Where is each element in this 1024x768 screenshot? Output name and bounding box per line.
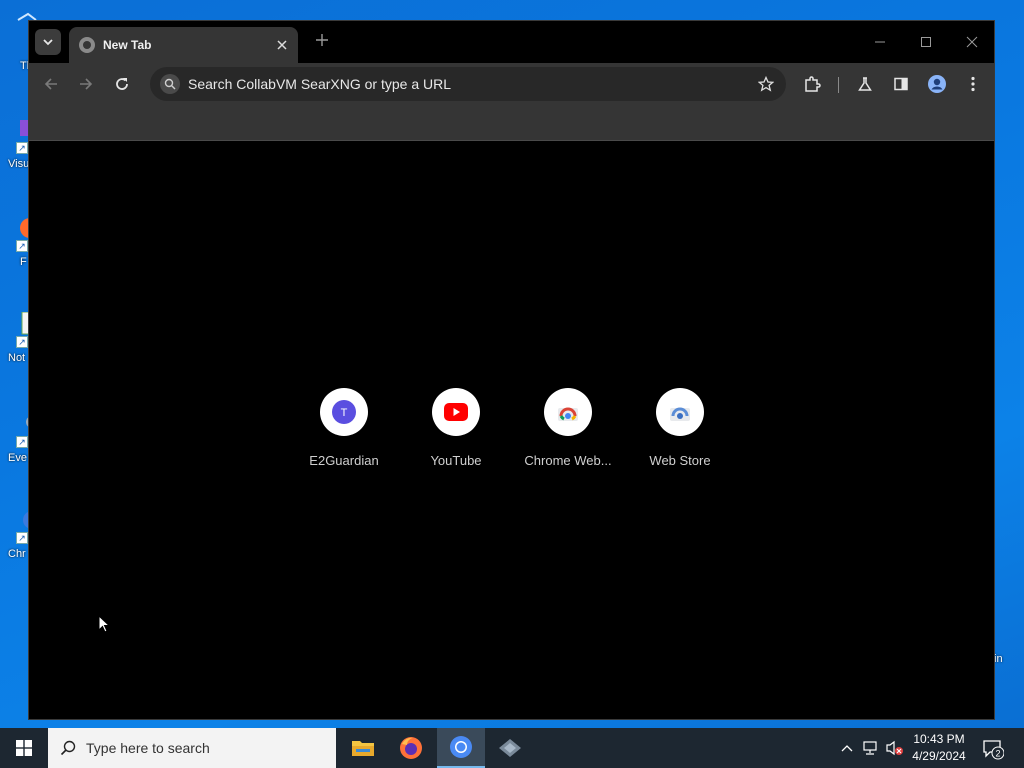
profile-button[interactable] [923,70,951,98]
start-button[interactable] [0,728,48,768]
plus-icon [316,34,328,46]
shortcut-label: Web Store [649,453,711,468]
avatar-icon [928,75,946,93]
taskbar-firefox[interactable] [387,728,435,768]
close-icon [277,40,287,50]
shortcut-e2guardian[interactable]: T E2Guardian [288,387,400,477]
shortcut-arrow-icon: ↗ [16,142,28,154]
shortcut-label: Chrome Web... [524,453,612,468]
close-icon [966,36,978,48]
network-icon [863,741,877,755]
mouse-cursor-icon [98,615,110,633]
side-panel-button[interactable] [887,70,915,98]
chrome-icon [450,736,472,758]
taskbar-search-box[interactable]: Type here to search [48,728,336,768]
close-window-button[interactable] [959,29,985,55]
youtube-icon [444,403,468,421]
side-panel-icon [894,77,908,91]
extensions-button[interactable] [798,70,826,98]
shortcut-arrow-icon: ↗ [16,240,28,252]
notification-count: 2 [995,749,1000,759]
new-tab-button[interactable] [311,31,333,53]
reload-button[interactable] [108,70,136,98]
shortcut-arrow-icon: ↗ [16,436,28,448]
shortcut-web-store[interactable]: Web Store [624,387,736,477]
virtual-box-icon [499,739,521,757]
notification-icon: 2 [983,740,1005,760]
puzzle-icon [805,76,821,92]
tray-network-button[interactable] [861,738,881,758]
address-bar[interactable]: Search CollabVM SearXNG or type a URL [150,67,786,101]
desktop-icon-label-right: in [994,653,1003,665]
bookmark-star-button[interactable] [752,70,780,98]
maximize-icon [921,37,931,47]
taskbar-clock[interactable]: 10:43 PM 4/29/2024 [904,731,974,765]
chevron-down-icon [43,39,53,46]
letter-t-icon: T [332,400,356,424]
shortcut-label: YouTube [430,453,482,468]
browser-toolbar: Search CollabVM SearXNG or type a URL [29,63,994,105]
tray-overflow-button[interactable] [837,738,857,758]
search-icon [60,740,76,756]
shortcut-icon-circle: T [320,388,368,436]
taskbar: Type here to search 10:43 PM 4/29/2024 2 [0,728,1024,768]
chevron-up-icon [841,745,853,752]
desktop-icon-label: Visu [8,158,30,170]
address-bar-placeholder: Search CollabVM SearXNG or type a URL [188,76,451,92]
labs-button[interactable] [851,70,879,98]
clock-date: 4/29/2024 [912,749,966,763]
desktop-icon-label: Not [8,352,26,364]
browser-window: New Tab Search CollabVM SearXNG or type … [28,20,995,720]
back-button[interactable] [37,70,65,98]
reload-icon [116,78,128,90]
maximize-button[interactable] [913,29,939,55]
toolbar-separator [838,77,839,93]
flask-icon [858,77,872,91]
forward-button[interactable] [72,70,100,98]
windows-logo-icon [16,740,32,756]
volume-muted-icon [886,740,903,756]
tab-search-button[interactable] [35,29,61,55]
tray-volume-button[interactable] [885,738,905,758]
search-engine-icon [160,74,180,94]
taskbar-chrome[interactable] [437,728,485,768]
shortcut-arrow-icon: ↗ [16,532,28,544]
minimize-button[interactable] [867,29,893,55]
bookmarks-bar [29,105,994,141]
arrow-left-icon [44,78,57,90]
desktop-icon-label: Chr [8,548,26,560]
shortcut-youtube[interactable]: YouTube [400,387,512,477]
shortcut-icon-circle [432,388,480,436]
firefox-icon [400,737,422,759]
new-tab-favicon-icon [79,37,95,53]
new-tab-page: T E2Guardian YouTube Chrome Web... Web S… [29,142,994,719]
tab-new-tab[interactable]: New Tab [69,27,298,63]
taskbar-search-placeholder: Type here to search [86,740,210,756]
svg-text:T: T [341,407,348,419]
taskbar-app-4[interactable] [486,728,534,768]
desktop-icon-label: Eve [8,452,27,464]
clock-time: 10:43 PM [913,732,965,746]
minimize-icon [875,41,885,43]
star-icon [758,76,774,92]
action-center-button[interactable]: 2 [982,738,1005,760]
chrome-web-store-icon [558,407,578,421]
kebab-menu-icon [971,76,975,92]
desktop-icon-label: F [20,256,27,268]
arrow-right-icon [80,78,93,90]
shortcut-label: E2Guardian [309,453,379,468]
shortcut-icon-circle [544,388,592,436]
tab-close-button[interactable] [272,35,292,55]
taskbar-file-explorer[interactable] [339,728,387,768]
file-explorer-icon [352,741,374,756]
web-store-icon [670,407,690,421]
shortcut-icon-circle [656,388,704,436]
menu-button[interactable] [959,70,987,98]
shortcut-chrome-web[interactable]: Chrome Web... [512,387,624,477]
title-bar: New Tab [29,21,994,63]
shortcut-arrow-icon: ↗ [16,336,28,348]
tab-title: New Tab [103,38,152,52]
